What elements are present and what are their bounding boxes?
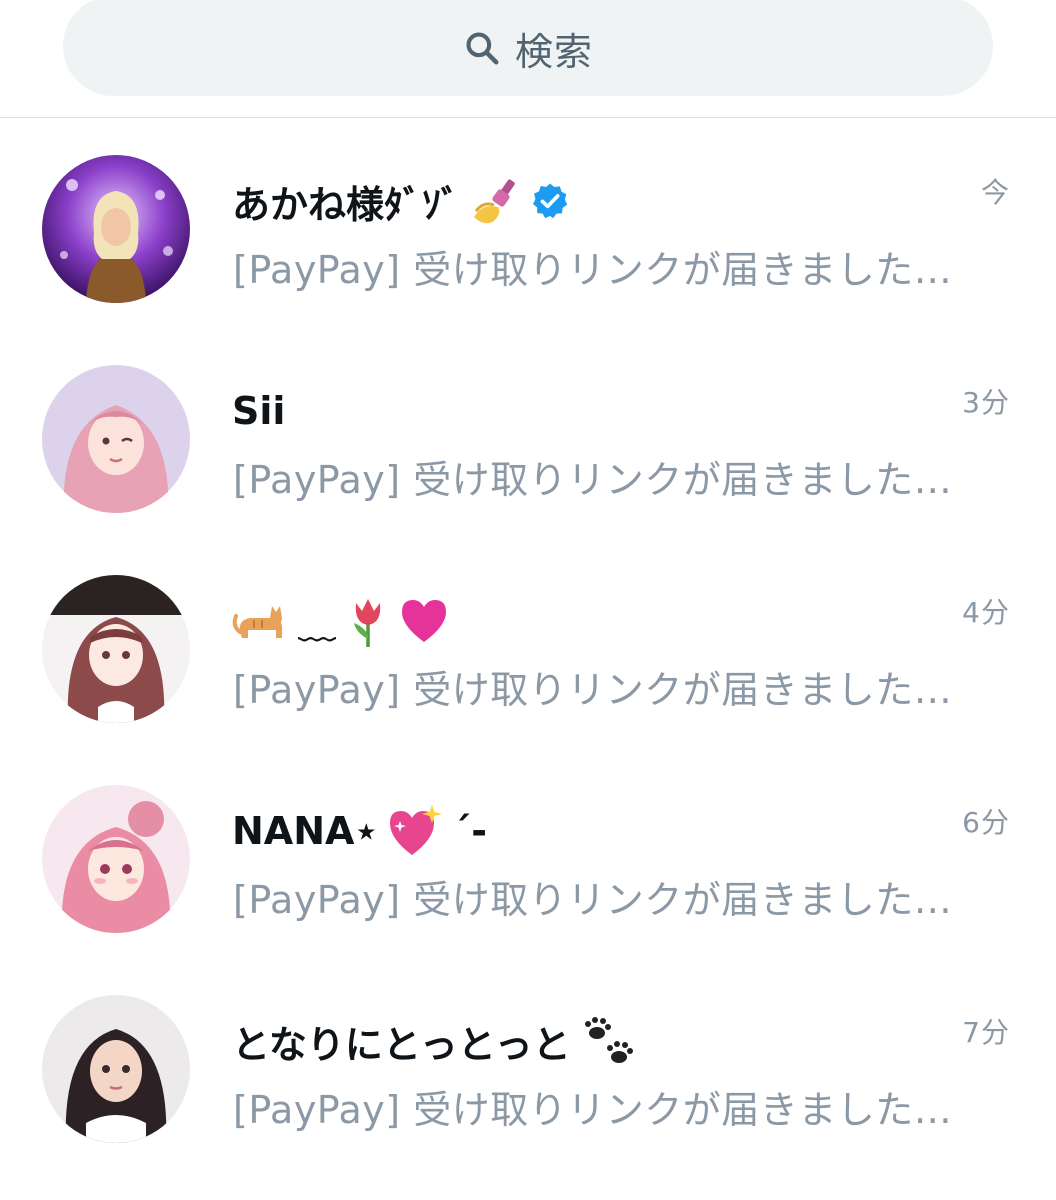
avatar[interactable]	[42, 995, 190, 1143]
sparkling-heart-icon	[390, 805, 443, 855]
conversation-row[interactable]: あかね様ﾀﾞｿﾞ 今 [PayPay] 受け取りリンクが届きました…	[0, 119, 1056, 329]
conversation-row[interactable]: となりにとっとっと 7分 [PayPay] 受け取りリンクが届きました…	[0, 959, 1056, 1169]
search-icon	[466, 32, 499, 65]
message-preview: [PayPay] 受け取りリンクが届きました…	[233, 248, 953, 292]
timestamp: 6分	[962, 806, 1010, 839]
name-line: NANA⋆ ´-	[232, 801, 487, 861]
avatar[interactable]	[42, 785, 190, 933]
contact-name: ﹏	[298, 602, 337, 647]
search-bar[interactable]: 検索	[63, 0, 993, 96]
conversation-list: あかね様ﾀﾞｿﾞ 今 [PayPay] 受け取りリンクが届きました… Sii 3…	[0, 119, 1056, 1169]
conversation-row[interactable]: NANA⋆ ´- 6分 [PayPay] 受け取りリンクが届きました…	[0, 749, 1056, 959]
name-line: ﹏	[232, 591, 450, 651]
nail-polish-icon	[474, 179, 515, 224]
search-bar-content: 検索	[463, 21, 593, 76]
name-line: となりにとっとっと	[232, 1011, 637, 1071]
avatar[interactable]	[42, 575, 190, 723]
contact-name-suffix: ´-	[452, 809, 487, 853]
cat-icon	[232, 606, 282, 638]
heart-icon	[402, 600, 447, 642]
contact-name: Sii	[232, 389, 286, 433]
timestamp: 7分	[962, 1016, 1010, 1049]
paw-prints-icon	[584, 1017, 633, 1063]
contact-name: NANA⋆	[232, 809, 379, 853]
avatar[interactable]	[42, 365, 190, 513]
message-preview: [PayPay] 受け取りリンクが届きました…	[233, 668, 953, 712]
conversation-row[interactable]: ﹏ 4分 [PayPay] 受け取りリンクが届きました…	[0, 539, 1056, 749]
name-line: Sii	[232, 381, 285, 441]
verified-badge-icon	[533, 183, 568, 219]
contact-name: となりにとっとっと	[232, 1022, 571, 1067]
conversation-row[interactable]: Sii 3分 [PayPay] 受け取りリンクが届きました…	[0, 329, 1056, 539]
name-line: あかね様ﾀﾞｿﾞ	[232, 171, 570, 231]
search-header: 検索	[0, 0, 1056, 118]
contact-name: あかね様ﾀﾞｿﾞ	[232, 182, 461, 227]
timestamp: 4分	[962, 596, 1010, 629]
timestamp: 3分	[962, 386, 1010, 419]
message-preview: [PayPay] 受け取りリンクが届きました…	[233, 1088, 953, 1132]
search-placeholder: 検索	[514, 29, 593, 74]
timestamp: 今	[980, 176, 1010, 209]
message-preview: [PayPay] 受け取りリンクが届きました…	[233, 878, 953, 922]
message-preview: [PayPay] 受け取りリンクが届きました…	[233, 458, 953, 502]
tulip-icon	[354, 599, 381, 647]
avatar[interactable]	[42, 155, 190, 303]
